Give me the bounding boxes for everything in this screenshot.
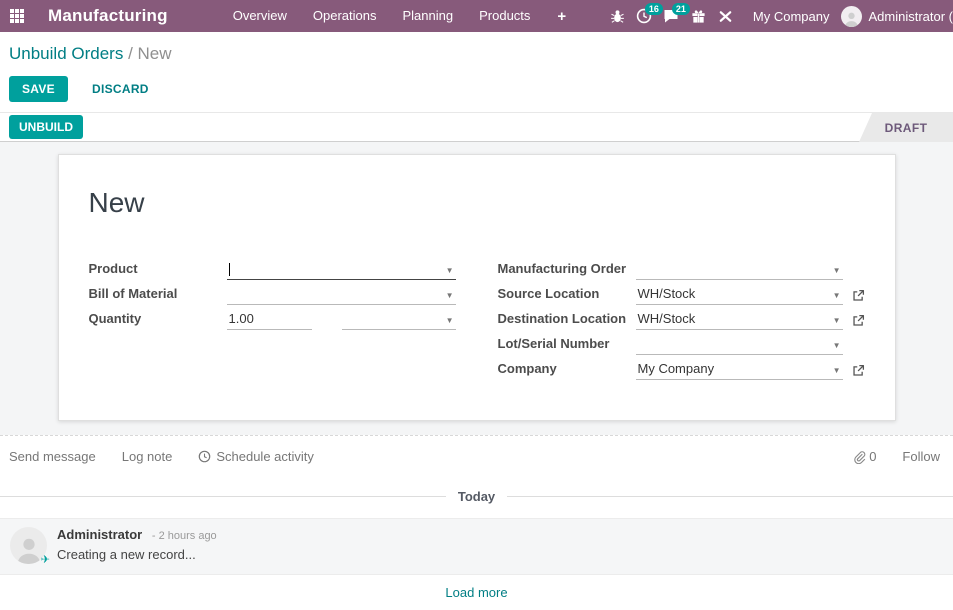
bom-field[interactable]: ▼ (226, 285, 456, 305)
product-field[interactable]: ▼ (226, 260, 456, 280)
chevron-down-icon[interactable]: ▼ (833, 316, 841, 325)
systray: 16 21 (604, 0, 739, 32)
message-body: Creating a new record... (57, 547, 196, 562)
form-column-left: Product ▼ Bill of Material ▼ Quantity 1.… (89, 255, 456, 380)
chevron-down-icon[interactable]: ▼ (446, 316, 454, 325)
message-content: Administrator - 2 hours ago Creating a n… (57, 527, 217, 564)
apps-menu-button[interactable] (0, 0, 34, 32)
load-more-row: Load more (0, 575, 953, 610)
unbuild-button[interactable]: UNBUILD (9, 115, 83, 139)
form-sheet: New Product ▼ Bill of Material ▼ Quantit… (57, 154, 896, 421)
log-note-button[interactable]: Log note (122, 449, 173, 464)
messages-chat-icon[interactable]: 21 (658, 0, 690, 32)
message-timestamp: - 2 hours ago (151, 530, 217, 542)
activities-clock-icon[interactable]: 16 (631, 0, 663, 32)
nav-item-operations[interactable]: Operations (300, 0, 390, 32)
lot-serial-field[interactable]: ▼ (635, 335, 843, 355)
manufacturing-order-label: Manufacturing Order (497, 261, 627, 276)
save-button[interactable]: SAVE (9, 76, 68, 102)
nav-item-planning[interactable]: Planning (390, 0, 467, 32)
chevron-down-icon[interactable]: ▼ (446, 266, 454, 275)
company-field[interactable]: My Company ▼ (635, 360, 843, 380)
record-title: New (88, 187, 145, 218)
attachment-count: 0 (869, 449, 877, 464)
discard-button[interactable]: DISCARD (86, 81, 155, 97)
message-avatar: ✈ (10, 527, 50, 566)
manufacturing-order-field[interactable]: ▼ (635, 260, 843, 280)
breadcrumb-parent[interactable]: Unbuild Orders (9, 44, 123, 63)
external-link-icon[interactable] (843, 289, 865, 305)
quantity-label: Quantity (88, 311, 142, 326)
bom-label: Bill of Material (88, 286, 178, 301)
nav-menu: Overview Operations Planning Products (220, 0, 544, 32)
destination-location-label: Destination Location (497, 311, 627, 326)
text-cursor (228, 263, 230, 276)
chevron-down-icon[interactable]: ▼ (446, 291, 454, 300)
load-more-link[interactable]: Load more (445, 585, 507, 600)
chevron-down-icon[interactable]: ▼ (833, 266, 841, 275)
lot-serial-label: Lot/Serial Number (497, 336, 610, 351)
paperclip-icon (854, 450, 866, 464)
external-link-icon[interactable] (843, 314, 865, 330)
breadcrumb-current: New (137, 44, 172, 63)
actions-row: SAVE DISCARD (0, 68, 953, 112)
breadcrumb-separator: / (128, 44, 133, 63)
chevron-down-icon[interactable]: ▼ (833, 341, 841, 350)
user-name: Administrator ( (868, 8, 953, 24)
breadcrumb: Unbuild Orders / New (9, 44, 944, 64)
external-link-icon[interactable] (843, 364, 865, 380)
chatter-message[interactable]: ✈ Administrator - 2 hours ago Creating a… (0, 518, 953, 575)
nav-plus-button[interactable]: + (543, 8, 580, 25)
date-divider-label: Today (457, 489, 496, 504)
gift-icon[interactable] (685, 0, 712, 32)
chatter: Send message Log note Schedule activity … (0, 435, 953, 610)
app-title[interactable]: Manufacturing (48, 6, 168, 26)
company-label: Company (497, 361, 557, 376)
source-location-label: Source Location (497, 286, 600, 301)
clock-icon (199, 450, 211, 463)
top-nav: Manufacturing Overview Operations Planni… (0, 0, 953, 32)
date-divider: Today (0, 489, 953, 504)
form-column-right: Manufacturing Order ▼ Source Location WH… (498, 255, 865, 380)
chevron-down-icon[interactable]: ▼ (833, 291, 841, 300)
tools-icon[interactable] (712, 0, 739, 32)
quantity-field[interactable]: 1.00 (226, 310, 312, 330)
schedule-activity-button[interactable]: Schedule activity (198, 449, 314, 464)
bug-icon[interactable] (604, 0, 631, 32)
attachment-button[interactable]: 0 (853, 449, 876, 464)
chatter-toolbar: Send message Log note Schedule activity … (0, 436, 953, 477)
breadcrumb-row: Unbuild Orders / New (0, 32, 953, 68)
chevron-down-icon[interactable]: ▼ (833, 366, 841, 375)
airplane-icon: ✈ (40, 554, 50, 566)
destination-location-field[interactable]: WH/Stock ▼ (635, 310, 843, 330)
user-avatar (841, 5, 863, 27)
follow-button[interactable]: Follow (902, 449, 940, 464)
status-badge-draft[interactable]: DRAFT (859, 113, 953, 142)
user-menu[interactable]: Administrator ( (841, 5, 953, 27)
uom-field[interactable]: ▼ (341, 310, 456, 330)
apps-grid-icon (10, 9, 24, 23)
send-message-button[interactable]: Send message (9, 449, 96, 464)
product-label: Product (88, 261, 138, 276)
nav-item-products[interactable]: Products (466, 0, 543, 32)
company-switcher[interactable]: My Company (753, 9, 830, 24)
form-view: New Product ▼ Bill of Material ▼ Quantit… (0, 142, 953, 610)
nav-item-overview[interactable]: Overview (220, 0, 300, 32)
statusbar: UNBUILD DRAFT (0, 112, 953, 142)
message-author[interactable]: Administrator (57, 527, 142, 542)
source-location-field[interactable]: WH/Stock ▼ (635, 285, 843, 305)
